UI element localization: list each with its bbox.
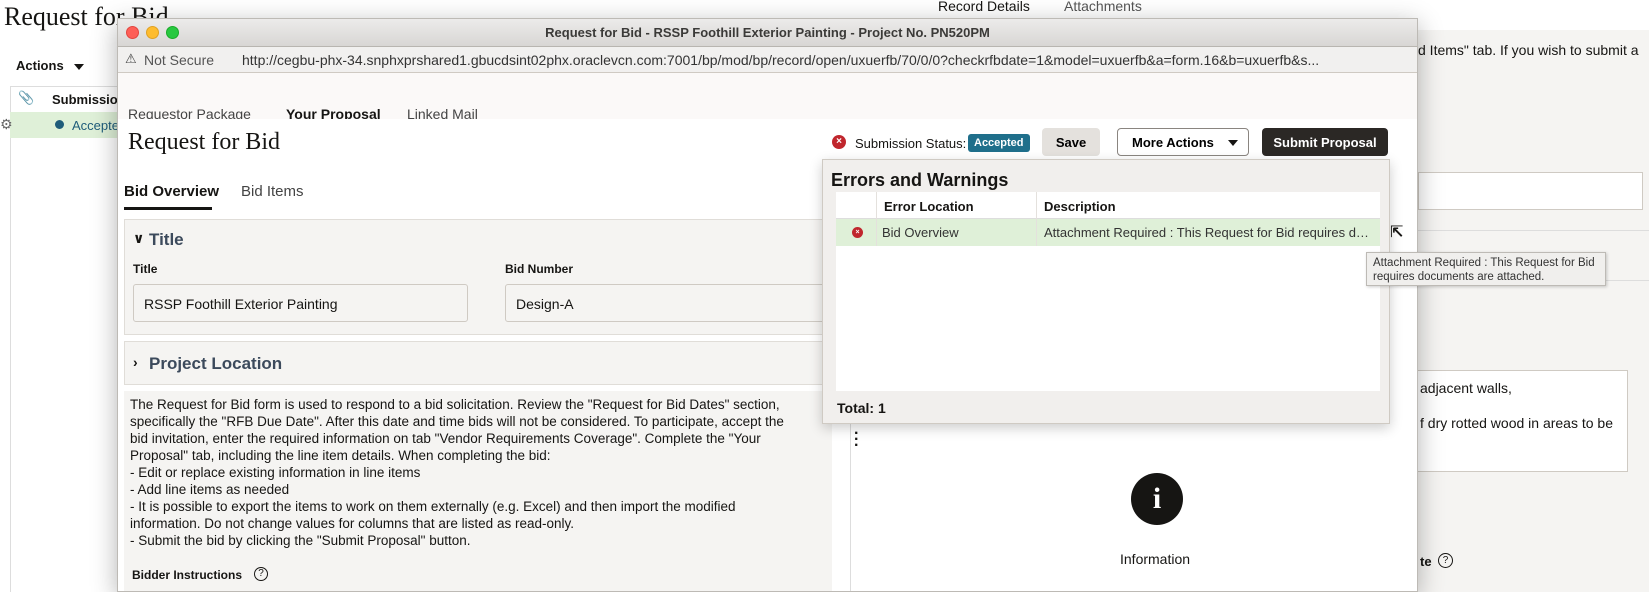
project-location-heading[interactable]: Project Location (149, 354, 282, 374)
errors-warnings-popup: Errors and Warnings Error Location Descr… (822, 159, 1390, 424)
background-textarea-line: adjacent walls, (1420, 380, 1512, 396)
error-description-cell[interactable]: Attachment Required : This Request for B… (1044, 225, 1376, 240)
status-dot-icon (55, 120, 64, 129)
window-title: Request for Bid - RSSP Foothill Exterior… (545, 25, 990, 40)
title-section: ∨ Title Title RSSP Foothill Exterior Pai… (124, 219, 835, 335)
bid-number-field[interactable]: Design-A (505, 284, 835, 322)
chevron-down-icon[interactable]: ∨ (133, 230, 144, 247)
instructions-section: The Request for Bid form is used to resp… (124, 391, 832, 591)
instruction-line: bid invitation, enter the required infor… (130, 431, 761, 446)
instruction-line: information. Do not change values for co… (130, 516, 574, 531)
expand-icon[interactable]: ⇱ (1390, 222, 1403, 242)
column-divider (1036, 192, 1037, 246)
gear-icon[interactable]: ⚙ (0, 116, 13, 133)
warning-icon: ⚠ (125, 51, 137, 66)
background-textarea-line: f dry rotted wood in areas to be (1420, 415, 1613, 431)
background-submission-column: Submission (52, 92, 126, 107)
errors-heading: Errors and Warnings (831, 170, 1009, 190)
save-button[interactable]: Save (1042, 128, 1100, 156)
error-icon[interactable]: × (832, 135, 846, 149)
paperclip-icon: 📎 (18, 90, 35, 105)
tab-record-details[interactable]: Record Details (938, 0, 1030, 14)
status-badge: Accepted (968, 134, 1030, 152)
error-icon: × (852, 227, 863, 238)
window-titlebar[interactable]: Request for Bid - RSSP Foothill Exterior… (118, 19, 1417, 47)
background-date-label: te (1420, 554, 1432, 569)
chevron-down-icon (74, 64, 84, 70)
project-location-section[interactable]: › Project Location (124, 341, 832, 385)
help-icon[interactable]: ? (1438, 553, 1453, 568)
background-actions-button[interactable]: Actions (16, 58, 64, 73)
error-description-column[interactable]: Description (1044, 199, 1116, 214)
background-right-panel (1418, 30, 1649, 592)
instruction-line: Proposal" tab, including the line item d… (130, 448, 551, 463)
instruction-line: - Edit or replace existing information i… (130, 465, 421, 480)
tooltip-line: Attachment Required : This Request for B… (1373, 257, 1595, 269)
title-label: Title (133, 262, 158, 276)
tooltip: Attachment Required : This Request for B… (1366, 252, 1606, 286)
title-field[interactable]: RSSP Foothill Exterior Painting (133, 284, 468, 322)
errors-total: Total: 1 (837, 400, 886, 416)
information-icon: i (1131, 473, 1183, 525)
errors-table: Error Location Description × Bid Overvie… (836, 192, 1380, 391)
page-title: Request for Bid (128, 129, 280, 155)
background-row-status: Accepte (72, 118, 119, 133)
tab-bid-items[interactable]: Bid Items (241, 183, 304, 200)
tab-bid-overview[interactable]: Bid Overview (124, 183, 219, 200)
tooltip-line: requires documents are attached. (1373, 271, 1545, 283)
error-location-column[interactable]: Error Location (884, 199, 974, 214)
url-text[interactable]: http://cegbu-phx-34.snphxprshared1.gbucd… (242, 52, 1412, 68)
table-row[interactable]: × Bid Overview Attachment Required : Thi… (836, 219, 1380, 246)
background-field[interactable] (1418, 172, 1643, 210)
background-info-text: d Items" tab. If you wish to submit a (1418, 42, 1639, 58)
bid-number-label: Bid Number (505, 262, 574, 276)
not-secure-label: Not Secure (144, 52, 215, 68)
instruction-line: The Request for Bid form is used to resp… (130, 397, 780, 412)
submit-proposal-button[interactable]: Submit Proposal (1262, 128, 1388, 156)
chevron-right-icon[interactable]: › (133, 354, 138, 370)
column-divider (876, 192, 877, 246)
information-label: Information (1120, 551, 1191, 567)
help-icon[interactable]: ? (254, 567, 268, 581)
error-location-cell[interactable]: Bid Overview (882, 225, 959, 240)
tab-attachments[interactable]: Attachments (1064, 0, 1142, 14)
chevron-down-icon (1228, 140, 1238, 146)
submission-status-label: Submission Status: (855, 136, 967, 151)
title-section-heading[interactable]: Title (149, 230, 184, 250)
instruction-line: - Submit the bid by clicking the "Submit… (130, 533, 471, 548)
address-bar[interactable]: ⚠ Not Secure http://cegbu-phx-34.snphxpr… (118, 47, 1417, 73)
background-divider (1418, 230, 1649, 231)
background-divider (10, 86, 11, 592)
instruction-line: specifically the "RFB Due Date". After t… (130, 414, 784, 429)
instruction-line: - Add line items as needed (130, 482, 290, 497)
active-tab-indicator (124, 207, 212, 210)
instruction-line: - It is possible to export the items to … (130, 499, 736, 514)
more-options-icon[interactable]: · · · (854, 426, 859, 454)
bidder-instructions-label: Bidder Instructions (132, 568, 243, 582)
errors-table-header: Error Location Description (836, 192, 1380, 219)
